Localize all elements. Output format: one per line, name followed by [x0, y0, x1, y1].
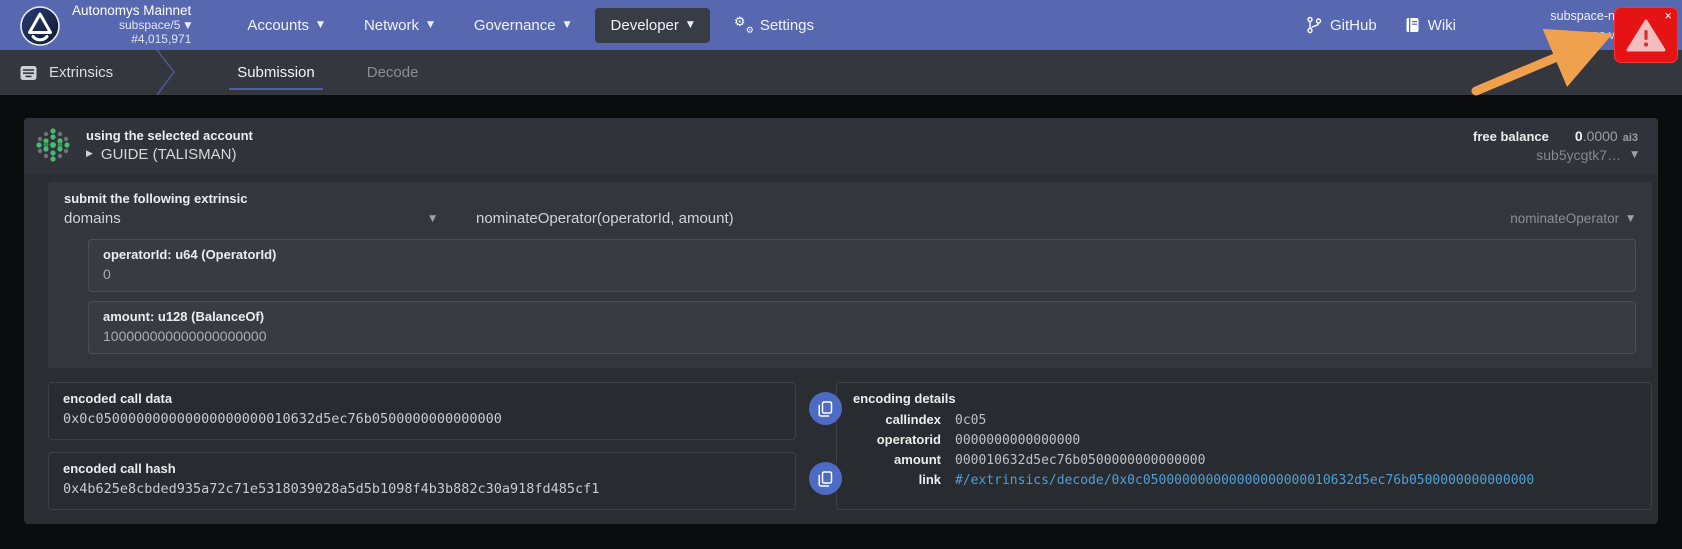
encoding-details-grid: callindex 0c05 operatorid 00000000000000… [853, 412, 1635, 488]
tabs: Submission Decode [215, 50, 440, 95]
git-branch-icon [1307, 16, 1322, 34]
token-unit: ai3 [1622, 131, 1638, 144]
method-short-dropdown[interactable]: nominateOperator ▼ [1510, 211, 1636, 226]
node-version-info: subspace-n apps v [1550, 7, 1615, 45]
copy-call-hash-button[interactable] [809, 462, 842, 495]
menu-settings[interactable]: ⚙ ⚙ Settings [718, 8, 830, 43]
encoding-key: operatorid [876, 432, 941, 447]
chain-selector[interactable]: subspace/5 ▼ [119, 18, 192, 33]
warning-alert-badge[interactable]: × [1615, 8, 1677, 62]
chevron-down-icon: ▼ [429, 213, 436, 224]
copy-icon [818, 400, 833, 417]
decode-link[interactable]: #/extrinsics/decode/0x0c0500000000000000… [955, 473, 1635, 488]
copy-icon [818, 470, 833, 487]
section-dropdown[interactable]: domains ▼ [64, 210, 436, 227]
encoded-outputs: encoded call data 0x0c050000000000000000… [48, 382, 1652, 510]
extrinsic-panel: using the selected account ▶ GUIDE (TALI… [24, 118, 1658, 524]
chevron-down-icon: ▼ [426, 20, 434, 30]
encoding-value: 000010632d5ec76b0500000000000000 [955, 453, 1206, 468]
account-row: using the selected account ▶ GUIDE (TALI… [24, 118, 1658, 174]
operatorid-input[interactable]: 0 [103, 266, 1621, 282]
account-label: using the selected account [86, 127, 253, 143]
encoded-call-data-label: encoded call data [63, 391, 173, 406]
app-title-extrinsics: Extrinsics [20, 50, 113, 95]
free-balance-value: 0.0000 ai3 [1574, 127, 1638, 144]
network-name: Autonomys Mainnet [72, 3, 192, 19]
copy-call-data-button[interactable] [809, 392, 842, 425]
balance-column: free balance 0.0000 ai3 sub5ycgtk7… ▼ [1473, 128, 1638, 163]
encoding-key: callindex [885, 412, 941, 427]
menu-developer[interactable]: Developer ▼ [594, 7, 710, 43]
free-balance-label: free balance [1472, 128, 1549, 144]
node-name: subspace-n [1550, 9, 1615, 23]
chevron-down-icon: ▼ [317, 20, 324, 30]
call-params: operatorId: u64 (OperatorId) 0 amount: u… [88, 239, 1636, 364]
warning-triangle-icon [1626, 19, 1666, 52]
menu-accounts[interactable]: Accounts ▼ [231, 8, 340, 43]
extrinsics-page: Autonomys Mainnet subspace/5 ▼ #4,015,97… [0, 0, 1682, 549]
param-operatorid-label: operatorId: u64 (OperatorId) [103, 247, 277, 262]
wiki-link[interactable]: Wiki [1405, 17, 1456, 34]
encoded-call-hash-box: encoded call hash 0x4b625e8cbded935a72c7… [48, 452, 842, 510]
chevron-down-icon: ▼ [1631, 149, 1638, 160]
amount-input[interactable]: 100000000000000000000 [103, 328, 1621, 344]
encoding-key: amount [894, 452, 941, 467]
account-address-dropdown[interactable]: sub5ycgtk7… ▼ [1536, 147, 1638, 163]
action-buttons-row: Submit Unsigned Submit Transaction [24, 524, 1658, 549]
network-info: Autonomys Mainnet subspace/5 ▼ #4,015,97… [72, 3, 191, 46]
external-links: GitHub Wiki [1306, 16, 1456, 34]
expand-toggle-icon[interactable]: ▶ [86, 149, 93, 159]
tab-submission[interactable]: Submission [215, 50, 337, 95]
encoded-call-data-value: 0x0c050000000000000000000010632d5ec76b05… [63, 411, 502, 427]
chevron-down-icon: ▼ [184, 20, 192, 31]
extrinsics-app-icon [20, 65, 37, 80]
main-menu: Accounts ▼ Network ▼ Governance ▼ Developer… [231, 7, 830, 43]
tab-bar: Extrinsics Submission Decode [0, 50, 1682, 95]
github-link[interactable]: GitHub [1306, 16, 1377, 34]
encoded-call-hash-label: encoded call hash [63, 461, 176, 476]
extrinsic-selection: submit the following extrinsic domains ▼… [48, 182, 1652, 368]
extrinsic-label: submit the following extrinsic [64, 191, 248, 206]
book-icon [1406, 18, 1419, 32]
autonomys-logo-icon[interactable] [20, 6, 60, 46]
apps-version: apps v [1578, 27, 1615, 42]
encoding-value: 0c05 [955, 413, 987, 428]
tab-decode[interactable]: Decode [345, 50, 441, 95]
param-amount-label: amount: u128 (BalanceOf) [103, 309, 265, 324]
gear-icon: ⚙ ⚙ [733, 15, 754, 36]
chevron-down-icon: ▼ [563, 20, 571, 30]
param-amount: amount: u128 (BalanceOf) 100000000000000… [88, 301, 1636, 354]
encoding-details-label: encoding details [853, 391, 956, 406]
method-dropdown[interactable]: nominateOperator(operatorId, amount) [476, 210, 1510, 227]
link-key: link [918, 472, 941, 487]
encoding-value: 0000000000000000 [955, 433, 1081, 448]
divider-chevron [156, 50, 176, 95]
account-identicon[interactable] [34, 126, 72, 164]
best-block-number: #4,015,971 [131, 31, 192, 46]
extrinsic-header-row: domains ▼ nominateOperator(operatorId, a… [64, 210, 1636, 237]
main-content: using the selected account ▶ GUIDE (TALI… [0, 95, 1682, 549]
encoded-call-hash-value: 0x4b625e8cbded935a72c71e5318039028a5d5b1… [63, 481, 600, 497]
chevron-down-icon: ▼ [1627, 213, 1634, 224]
top-nav-bar: Autonomys Mainnet subspace/5 ▼ #4,015,97… [0, 0, 1682, 50]
account-selector[interactable]: using the selected account ▶ GUIDE (TALI… [86, 128, 253, 163]
account-name[interactable]: ▶ GUIDE (TALISMAN) [86, 146, 253, 163]
menu-governance[interactable]: Governance ▼ [458, 8, 587, 43]
encoded-output-column: encoded call data 0x0c050000000000000000… [48, 382, 842, 510]
encoded-call-data-box: encoded call data 0x0c050000000000000000… [48, 382, 842, 440]
menu-network[interactable]: Network ▼ [348, 8, 450, 43]
encoding-details-box: encoding details callindex 0c05 operator… [836, 382, 1652, 510]
param-operatorid: operatorId: u64 (OperatorId) 0 [88, 239, 1636, 292]
chevron-down-icon: ▼ [686, 20, 694, 30]
